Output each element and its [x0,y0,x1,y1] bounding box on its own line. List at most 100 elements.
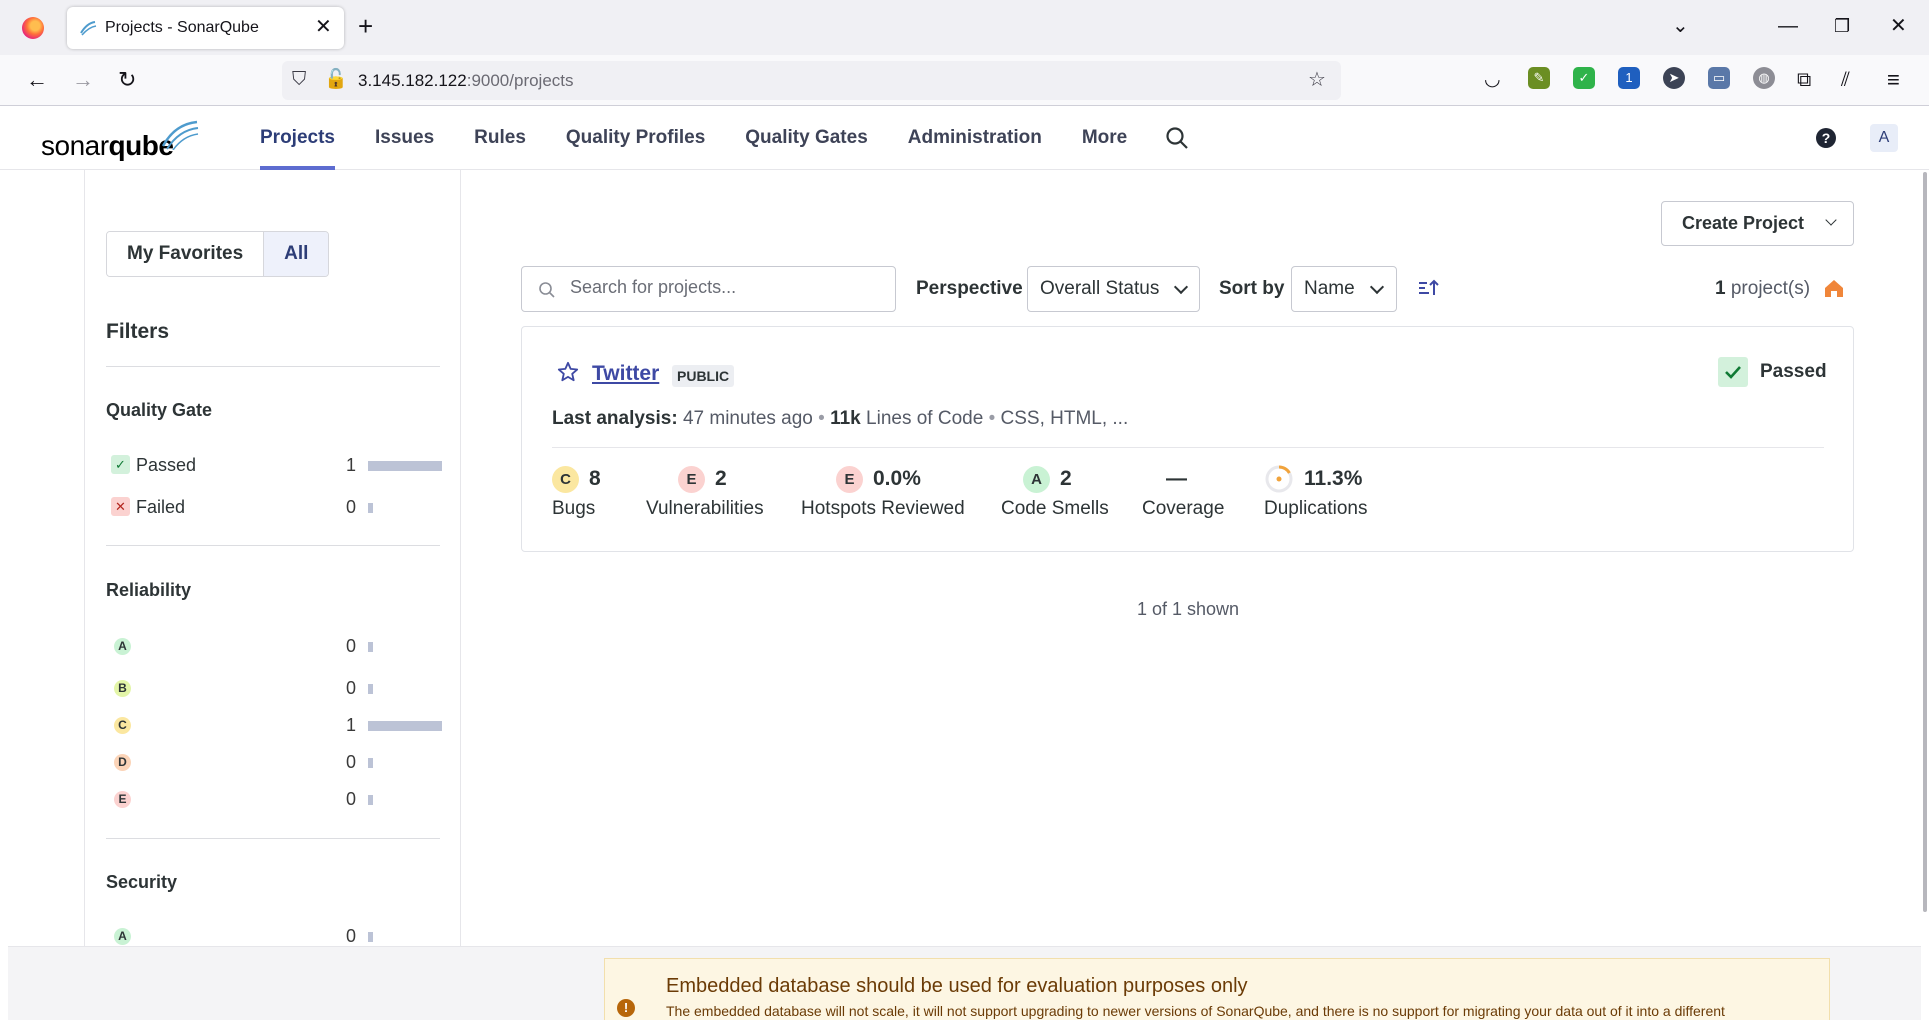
visibility-badge: PUBLIC [672,365,735,387]
nav-quality-profiles[interactable]: Quality Profiles [566,106,705,170]
home-icon[interactable] [1823,278,1845,298]
bookmark-star-icon[interactable]: ☆ [1308,69,1326,91]
warning-text: The embedded database will not scale, it… [666,1003,1725,1019]
logo-arcs-icon [161,120,199,150]
browser-navbar: ← → ↻ ⛉ 🔓 3.145.182.122:9000/projects ☆ … [0,55,1929,106]
rating-c-badge: C [552,465,579,493]
measure-bugs[interactable]: C8 Bugs [552,462,601,520]
rating-a-badge: A [114,928,131,945]
bitwarden-icon[interactable]: 1 [1618,67,1640,89]
project-count: 1 project(s) [1715,278,1811,299]
minimize-icon[interactable]: — [1778,12,1798,40]
facet-row-security-a[interactable]: A 0 [106,922,442,946]
extensions-puzzle-icon[interactable]: ⧉ [1797,66,1811,94]
browser-tab[interactable]: Projects - SonarQube ✕ [67,7,344,49]
pocket-icon[interactable]: ◡ [1484,66,1501,94]
nav-issues[interactable]: Issues [375,106,434,170]
rating-e-badge: E [836,465,863,493]
forward-icon[interactable]: → [72,66,94,94]
my-favorites-button[interactable]: My Favorites [107,232,264,276]
create-project-label: Create Project [1682,213,1805,233]
all-projects-button[interactable]: All [263,232,329,276]
facet-row-reliability-a[interactable]: A 0 [106,632,442,660]
reload-icon[interactable]: ↻ [118,66,136,94]
facet-bar [368,642,373,652]
chevron-down-icon [1173,279,1189,295]
measure-name: Bugs [552,498,596,519]
perspective-select[interactable]: Overall Status [1027,266,1200,312]
global-search-icon[interactable] [1165,126,1189,150]
cross-icon: ✕ [111,497,130,516]
quality-gate-label: Passed [1760,361,1827,382]
facet-label: Failed [136,497,186,517]
facet-count: 0 [345,752,356,772]
list-all-tabs-icon[interactable]: ⌄ [1672,12,1689,40]
sonarqube-logo[interactable]: sonarqube [41,120,201,162]
facet-row-qg-failed[interactable]: ✕ Failed 0 [106,493,442,521]
nav-projects[interactable]: Projects [260,106,335,170]
menu-hamburger-icon[interactable]: ≡ [1887,66,1900,94]
nav-administration[interactable]: Administration [908,106,1042,170]
help-icon[interactable]: ? [1816,128,1836,148]
facet-row-reliability-d[interactable]: D 0 [106,748,442,776]
scrollbar-thumb[interactable] [1923,172,1927,912]
facet-row-reliability-b[interactable]: B 0 [106,674,442,702]
nav-quality-gates[interactable]: Quality Gates [745,106,868,170]
project-name-link[interactable]: Twitter [592,362,659,386]
measure-value: — [1166,467,1187,490]
rating-e-badge: E [114,791,131,808]
back-icon[interactable]: ← [26,66,48,94]
project-card: Twitter PUBLIC Passed Last analysis: 47 … [521,326,1854,552]
measure-value: 8 [589,467,601,490]
url-text[interactable]: 3.145.182.122:9000/projects [358,71,574,91]
measure-vulnerabilities[interactable]: E2 Vulnerabilities [646,462,764,520]
project-meta: Last analysis: 47 minutes ago • 11k Line… [552,408,1129,429]
measure-coverage[interactable]: — Coverage [1142,462,1224,520]
globe-icon[interactable]: ◍ [1753,67,1775,89]
filters-sidebar: My Favorites All Filters Quality Gate ✓ … [84,170,461,946]
sortby-value: Name [1304,278,1355,299]
page-scrollbar[interactable] [1921,170,1929,946]
user-avatar[interactable]: A [1870,124,1898,152]
new-tab-icon[interactable]: + [358,11,373,41]
facet-count: 0 [345,926,356,946]
measure-hotspots[interactable]: E 0.0% Hotspots Reviewed [801,462,965,520]
adblock-shield-icon[interactable]: ✓ [1573,67,1595,89]
browser-tabstrip: Projects - SonarQube ✕ + ⌄ — ❐ ✕ [0,0,1929,55]
firefox-icon[interactable] [22,17,44,39]
check-icon: ✓ [111,455,130,474]
measure-value: 11.3% [1304,467,1363,490]
sort-direction-icon[interactable] [1417,278,1439,298]
facet-bar [368,721,442,731]
rating-d-badge: D [114,754,131,771]
screenshot-extension-icon[interactable]: ▭ [1708,67,1730,89]
measure-value: 0.0% [873,467,921,490]
address-bar[interactable]: ⛉ 🔓 3.145.182.122:9000/projects ☆ [282,61,1341,100]
close-window-icon[interactable]: ✕ [1890,12,1907,40]
insecure-lock-icon[interactable]: 🔓 [324,69,348,91]
sortby-select[interactable]: Name [1291,266,1397,312]
nav-rules[interactable]: Rules [474,106,526,170]
chevron-down-icon [1369,279,1385,295]
measure-code-smells[interactable]: A2 Code Smells [1001,462,1109,520]
facet-row-reliability-e[interactable]: E 0 [106,785,442,813]
facet-label: Passed [136,455,197,475]
project-search-input[interactable] [570,277,880,298]
nav-more[interactable]: More [1082,106,1127,170]
cursor-extension-icon[interactable]: ➤ [1663,67,1685,89]
extension-icon[interactable]: ✎ [1528,67,1550,89]
facet-row-reliability-c[interactable]: C 1 [106,711,442,739]
create-project-button[interactable]: Create Project [1661,201,1854,246]
divider [106,366,440,367]
rating-a-badge: A [1023,465,1050,493]
measure-name: Coverage [1142,498,1225,519]
restore-icon[interactable]: ❐ [1834,12,1850,40]
favorite-star-icon[interactable] [557,361,579,383]
shield-icon[interactable]: ⛉ [292,69,306,91]
measure-name: Vulnerabilities [646,498,764,519]
duplications-donut-icon [1265,465,1293,493]
close-tab-icon[interactable]: ✕ [315,16,332,38]
library-icon[interactable]: ⫽ [1841,66,1850,94]
facet-row-qg-passed[interactable]: ✓ Passed 1 [106,451,442,479]
measure-duplications[interactable]: 11.3% Duplications [1264,462,1368,520]
